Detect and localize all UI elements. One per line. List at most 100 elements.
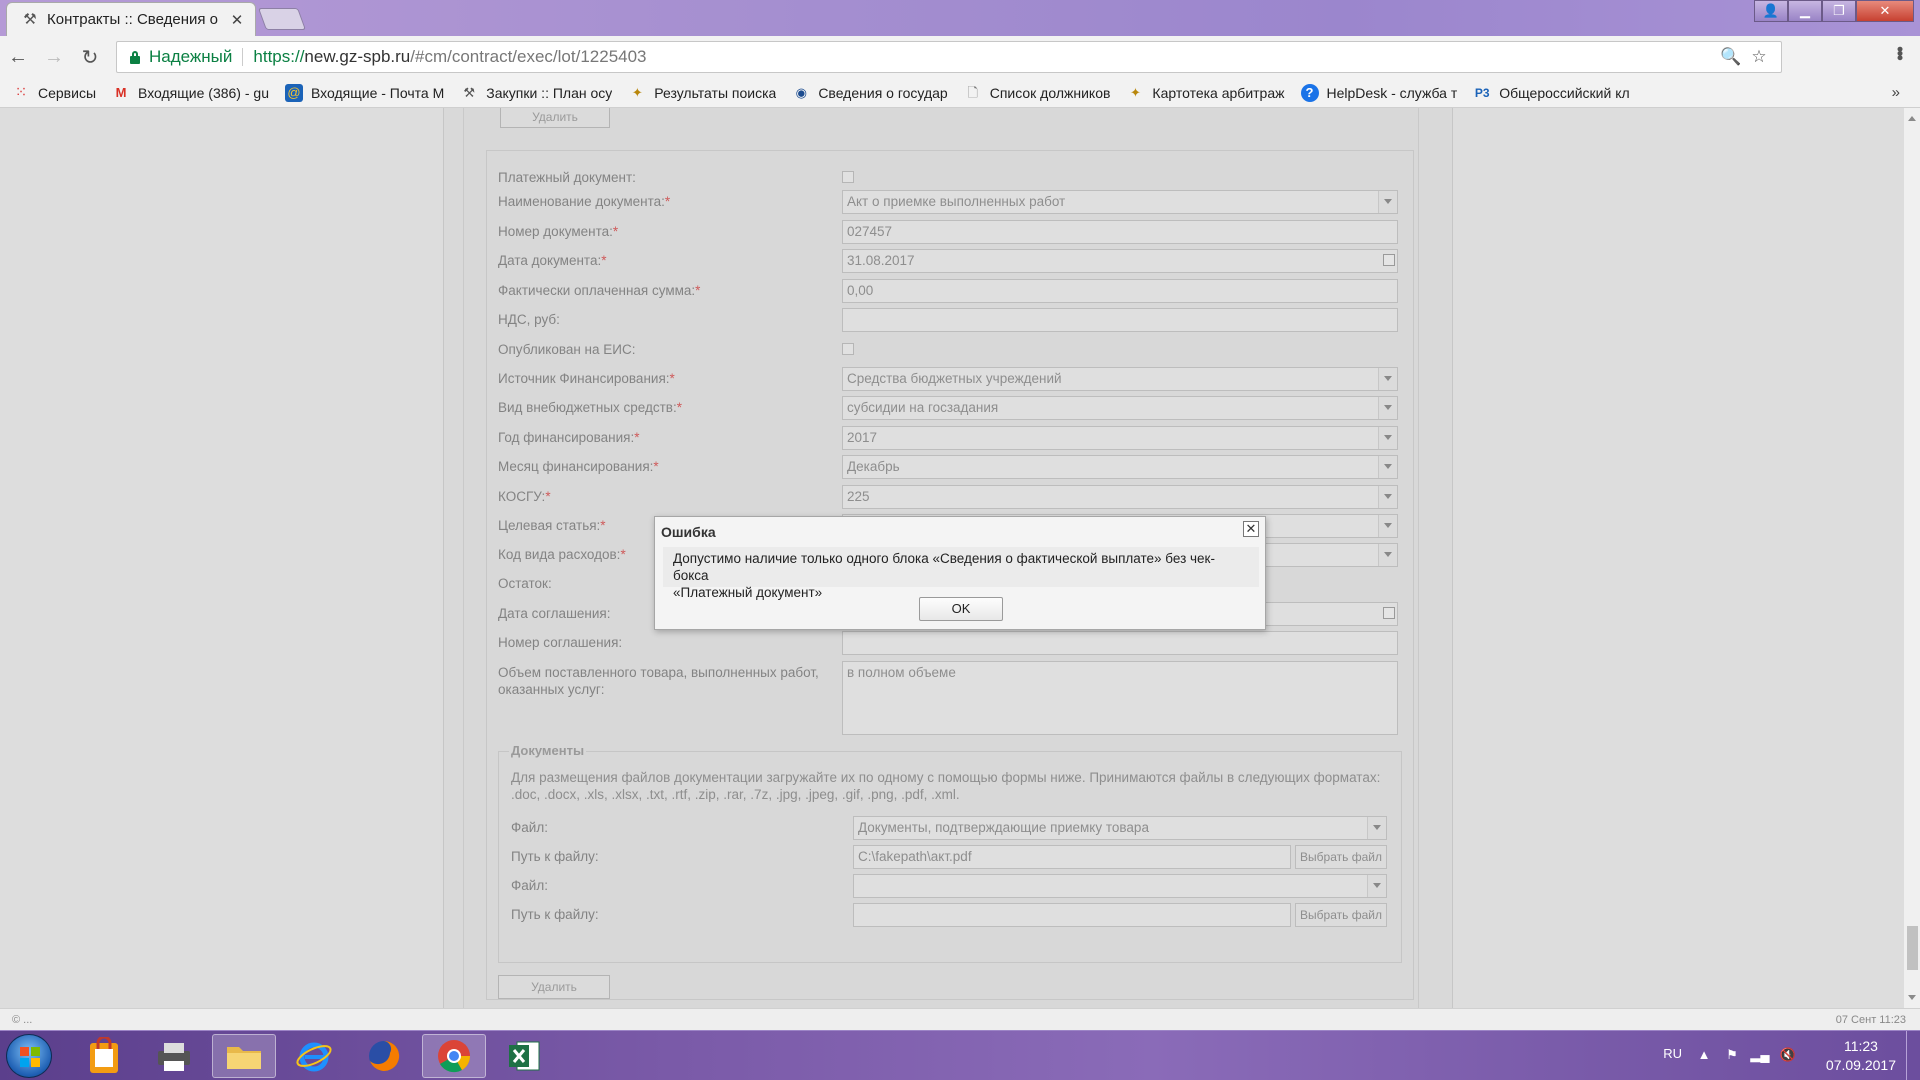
system-tray: RU ▲ ⚑ ▂▄ 🔇 11:23 07.09.2017	[1620, 1031, 1920, 1080]
tab-close-icon[interactable]: ✕	[229, 11, 245, 29]
chevron-right-icon[interactable]: »	[1892, 84, 1900, 101]
chevron-down-icon	[1384, 376, 1392, 381]
action-center-flag-icon[interactable]: ⚑	[1722, 1045, 1742, 1065]
taskbar-app-store[interactable]	[72, 1034, 136, 1078]
url-path: /#cm/contract/exec/lot/1225403	[410, 47, 647, 66]
taskbar-clock[interactable]: 11:23 07.09.2017	[1826, 1037, 1896, 1075]
browser-toolbar: ← → ↻ Надежный https://new.gz-spb.ru/#cm…	[0, 36, 1920, 78]
seal-icon: ◉	[795, 84, 807, 100]
scrollbar-thumb[interactable]	[1907, 926, 1918, 970]
new-tab-button[interactable]	[257, 8, 307, 30]
taskbar-printer[interactable]	[142, 1034, 206, 1078]
taskbar-ie[interactable]	[282, 1034, 346, 1078]
store-bag-icon	[90, 1037, 118, 1073]
firefox-icon	[369, 1040, 400, 1071]
message-line2: «Платежный документ»	[673, 585, 823, 600]
bookmark-debtors[interactable]: 🗋 Список должников	[964, 84, 1111, 102]
scroll-up-arrow-icon[interactable]	[1908, 116, 1916, 121]
menu-dots-icon[interactable]: •••	[1889, 46, 1910, 59]
windows-taskbar: RU ▲ ⚑ ▂▄ 🔇 11:23 07.09.2017	[0, 1030, 1920, 1080]
minimize-button[interactable]: ▁	[1788, 0, 1822, 22]
internet-explorer-icon	[296, 1042, 332, 1072]
secure-label: Надежный	[149, 47, 233, 66]
language-indicator[interactable]: RU	[1663, 1046, 1682, 1061]
bookmark-state-info[interactable]: ◉ Сведения о государ	[792, 84, 948, 102]
chevron-down-icon	[1384, 523, 1392, 528]
address-bar[interactable]: Надежный https://new.gz-spb.ru/#cm/contr…	[116, 41, 1782, 73]
start-button[interactable]	[6, 1034, 52, 1078]
taskbar-firefox[interactable]	[352, 1034, 416, 1078]
windows-logo-icon	[20, 1047, 40, 1067]
zoom-icon[interactable]: 🔍	[1717, 47, 1745, 67]
chevron-down-icon	[1373, 825, 1381, 830]
bookmark-label: Сервисы	[38, 84, 97, 101]
url-host: new.gz-spb.ru	[304, 47, 411, 66]
page-scrollbar[interactable]	[1903, 108, 1920, 1008]
p3-icon: P3	[1474, 85, 1490, 100]
chevron-down-icon	[1384, 405, 1392, 410]
dialog-title: Ошибка	[661, 524, 716, 540]
bookmark-label: Закупки :: План осу	[486, 84, 613, 101]
tab-title: Контракты :: Сведения о	[47, 11, 219, 28]
ok-button[interactable]: OK	[919, 597, 1003, 621]
bookmark-label: Входящие - Почта M	[310, 84, 445, 101]
emblem-icon: ✦	[1129, 84, 1141, 100]
page-statusbar: © ... 07 Сент 11:23	[0, 1008, 1920, 1030]
maximize-button[interactable]: ❐	[1822, 0, 1856, 22]
forward-arrow-icon[interactable]: →	[36, 46, 72, 69]
bookmark-arbitration[interactable]: ✦ Картотека арбитраж	[1126, 84, 1285, 102]
bookmark-helpdesk[interactable]: ? HelpDesk - служба т	[1300, 83, 1457, 102]
taskbar-excel[interactable]	[492, 1034, 556, 1078]
bookmark-label: Общероссийский кл	[1499, 84, 1630, 101]
lock-icon	[129, 51, 141, 64]
bookmarks-bar: ⁙ Сервисы M Входящие (386) - gu @ Входящ…	[0, 78, 1920, 108]
bookmark-search-results[interactable]: ✦ Результаты поиска	[628, 84, 776, 102]
omnibox-divider	[242, 48, 244, 66]
chevron-down-icon	[1384, 199, 1392, 204]
chevron-down-icon	[1384, 552, 1392, 557]
chevron-down-icon	[1373, 883, 1381, 888]
star-icon[interactable]: ☆	[1745, 47, 1773, 67]
url-scheme: https://	[253, 47, 305, 66]
bookmark-label: Результаты поиска	[654, 84, 777, 101]
back-arrow-icon[interactable]: ←	[0, 46, 36, 69]
taskbar-explorer[interactable]	[212, 1034, 276, 1078]
message-line1: Допустимо наличие только одного блока «С…	[673, 551, 1215, 583]
taskbar-chrome[interactable]	[422, 1034, 486, 1078]
bookmark-classifier[interactable]: P3 Общероссийский кл	[1473, 84, 1630, 102]
bookmark-label: Картотека арбитраж	[1152, 84, 1285, 101]
bookmark-purchases[interactable]: ⚒ Закупки :: План осу	[460, 84, 612, 102]
show-desktop-button[interactable]	[1906, 1031, 1920, 1080]
bookmark-services[interactable]: ⁙ Сервисы	[12, 84, 96, 102]
chrome-icon	[438, 1040, 471, 1073]
browser-titlebar: ⚒ Контракты :: Сведения о ✕ 👤 ▁ ❐ ✕	[0, 0, 1920, 36]
error-dialog: Ошибка ✕ Допустимо наличие только одного…	[654, 516, 1266, 630]
apps-grid-icon: ⁙	[14, 83, 28, 101]
chevron-down-icon	[1384, 435, 1392, 440]
url-text[interactable]: https://new.gz-spb.ru/#cm/contract/exec/…	[253, 47, 1717, 67]
tray-expand-icon[interactable]: ▲	[1694, 1045, 1714, 1065]
clock-date: 07.09.2017	[1825, 1057, 1896, 1073]
gmail-icon: M	[115, 84, 127, 100]
bookmark-label: Список должников	[989, 84, 1111, 101]
close-icon[interactable]: ✕	[1243, 521, 1259, 537]
server-time: 07 Сент 11:23	[1835, 1014, 1906, 1026]
printer-icon	[158, 1043, 190, 1071]
volume-muted-icon[interactable]: 🔇	[1778, 1045, 1798, 1065]
bookmark-mail[interactable]: @ Входящие - Почта M	[284, 83, 445, 102]
browser-tab-contracts[interactable]: ⚒ Контракты :: Сведения о ✕	[6, 2, 256, 36]
scroll-down-arrow-icon[interactable]	[1908, 995, 1916, 1000]
bookmark-gmail[interactable]: M Входящие (386) - gu	[112, 84, 269, 102]
reload-icon[interactable]: ↻	[72, 45, 108, 70]
chevron-down-icon	[1384, 494, 1392, 499]
page-icon: 🗋	[967, 84, 978, 100]
dialog-message: Допустимо наличие только одного блока «С…	[663, 547, 1259, 600]
chevron-down-icon	[1384, 464, 1392, 469]
network-signal-icon[interactable]: ▂▄	[1750, 1045, 1770, 1065]
user-profile-icon[interactable]: 👤	[1754, 0, 1788, 22]
bookmark-label: Сведения о государ	[818, 84, 948, 101]
close-window-button[interactable]: ✕	[1856, 0, 1914, 22]
excel-icon	[509, 1041, 540, 1071]
emblem-icon: ✦	[631, 84, 643, 100]
help-icon: ?	[1300, 83, 1319, 102]
